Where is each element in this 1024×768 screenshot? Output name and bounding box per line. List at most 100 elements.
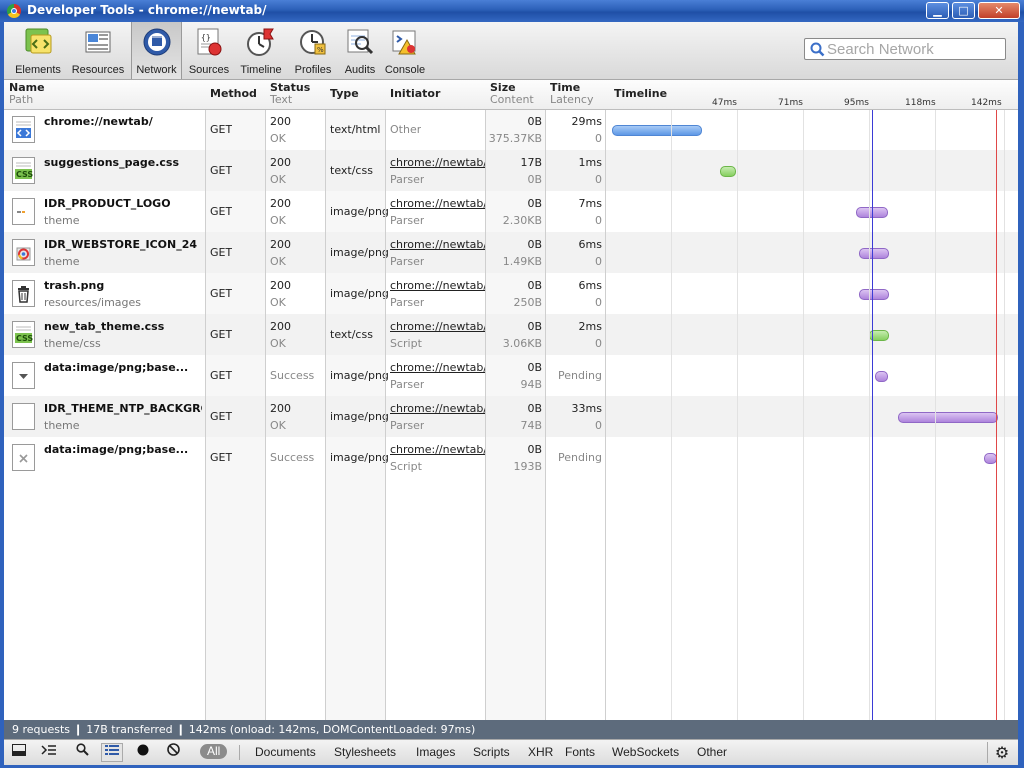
request-name[interactable]: data:image/png;base... xyxy=(44,441,202,458)
window-title: Developer Tools - chrome://newtab/ xyxy=(27,3,267,17)
request-name[interactable]: IDR_WEBSTORE_ICON_24 xyxy=(44,236,202,253)
timeline-tick: 47ms xyxy=(712,98,737,108)
request-latency: 0 xyxy=(595,296,602,309)
request-time: 33ms xyxy=(571,402,602,415)
request-size: 0B xyxy=(527,320,542,333)
initiator-link[interactable]: chrome://newtab/:1 xyxy=(390,195,486,212)
initiator-link[interactable]: chrome://newtab/:7 xyxy=(390,441,486,458)
search-input[interactable] xyxy=(827,40,1003,58)
request-type: image/png xyxy=(330,246,389,259)
request-status: 200 xyxy=(270,320,291,333)
timeline-header[interactable]: Timeline xyxy=(614,88,667,100)
column-divider xyxy=(485,80,486,720)
tool-timeline[interactable]: Timeline xyxy=(236,22,286,79)
request-name[interactable]: IDR_PRODUCT_LOGO xyxy=(44,195,202,212)
timeline-gridline xyxy=(671,80,672,720)
request-name[interactable]: trash.png xyxy=(44,277,202,294)
initiator-link[interactable]: chrome://newtab/:1 xyxy=(390,400,486,417)
filter-xhr[interactable]: XHR xyxy=(528,745,553,759)
minimize-button[interactable]: ▁ xyxy=(926,2,949,19)
tool-sources[interactable]: {} Sources xyxy=(184,22,234,79)
request-name[interactable]: IDR_THEME_NTP_BACKGROUND xyxy=(44,400,202,417)
close-button[interactable]: ✕ xyxy=(978,2,1020,19)
console-drawer-button[interactable] xyxy=(38,743,60,762)
request-row[interactable]: data:image/png;base... GET Success image/pn… xyxy=(4,437,1018,478)
text-header-label: Text xyxy=(270,93,293,106)
tool-network[interactable]: Network xyxy=(131,22,182,79)
request-status-text: OK xyxy=(270,296,286,309)
request-row[interactable]: trash.png resources/images GET 200 OK image/p… xyxy=(4,273,1018,314)
filter-stylesheets[interactable]: Stylesheets xyxy=(334,745,396,759)
request-name[interactable]: chrome://newtab/ xyxy=(44,113,202,130)
tool-console[interactable]: Console xyxy=(382,22,428,79)
initiator-link[interactable]: chrome://newtab/:1 xyxy=(390,236,486,253)
request-row[interactable]: CSS new_tab_theme.css theme/css GET 200 OK tex… xyxy=(4,314,1018,355)
tool-audits[interactable]: Audits xyxy=(338,22,382,79)
request-name[interactable]: suggestions_page.css xyxy=(44,154,202,171)
filter-documents[interactable]: Documents xyxy=(255,745,316,759)
initiator-link[interactable]: chrome://newtab/:1 xyxy=(390,277,486,294)
request-row[interactable]: IDR_THEME_NTP_BACKGROUNDtheme GET 200 OK ima… xyxy=(4,396,1018,437)
filter-all[interactable]: All xyxy=(200,744,228,759)
request-status-text: Success xyxy=(270,369,315,382)
request-row[interactable]: data:image/png;base... GET Success image/pn… xyxy=(4,355,1018,396)
filter-websockets[interactable]: WebSockets xyxy=(612,745,679,759)
filter-other[interactable]: Other xyxy=(697,745,727,759)
request-time: 29ms xyxy=(571,115,602,128)
name-header[interactable]: Name Path xyxy=(9,82,45,106)
request-method: GET xyxy=(210,205,233,218)
request-type: text/css xyxy=(330,328,373,341)
column-divider xyxy=(325,80,326,720)
size-header[interactable]: Size Content xyxy=(490,82,534,106)
initiator-link[interactable]: chrome://newtab/:9 xyxy=(390,154,486,171)
record-button[interactable] xyxy=(132,743,154,762)
type-header[interactable]: Type xyxy=(330,88,359,100)
request-latency: Pending xyxy=(558,369,602,382)
svg-text:%: % xyxy=(317,46,324,54)
find-button[interactable] xyxy=(71,743,93,762)
clear-button[interactable] xyxy=(162,743,184,762)
filter-scripts[interactable]: Scripts xyxy=(473,745,510,759)
column-divider xyxy=(385,80,386,720)
request-row[interactable]: IDR_WEBSTORE_ICON_24 theme GET 200 OK image/p… xyxy=(4,232,1018,273)
timeline-bar xyxy=(859,248,889,259)
request-latency: 0 xyxy=(595,419,602,432)
request-status: 200 xyxy=(270,197,291,210)
tool-elements[interactable]: Elements xyxy=(10,22,66,79)
settings-button[interactable]: ⚙ xyxy=(991,743,1013,762)
request-time: 2ms xyxy=(578,320,602,333)
request-row[interactable]: CSS suggestions_page.css GET 200 OK text/css c… xyxy=(4,150,1018,191)
large-rows-button[interactable] xyxy=(101,743,123,762)
status-header[interactable]: Status Text xyxy=(270,82,310,106)
timeline-bar xyxy=(859,289,889,300)
tool-profiles[interactable]: % Profiles xyxy=(288,22,338,79)
maximize-button[interactable]: □ xyxy=(952,2,975,19)
dock-toggle-button[interactable] xyxy=(8,743,30,762)
domcontentloaded-marker xyxy=(872,109,873,720)
request-method: GET xyxy=(210,369,233,382)
request-row[interactable]: chrome://newtab/GET 200 OK text/html Other 0B… xyxy=(4,109,1018,150)
request-name[interactable]: new_tab_theme.css xyxy=(44,318,202,335)
timeline-gridline xyxy=(935,80,936,720)
request-method: GET xyxy=(210,246,233,259)
request-name[interactable]: data:image/png;base... xyxy=(44,359,202,376)
initiator-header[interactable]: Initiator xyxy=(390,88,440,100)
tool-label: Timeline xyxy=(240,64,282,76)
filter-images[interactable]: Images xyxy=(416,745,455,759)
request-row[interactable]: IDR_PRODUCT_LOGO theme GET 200 OK image/png ch… xyxy=(4,191,1018,232)
filter-fonts[interactable]: Fonts xyxy=(565,745,595,759)
path-header-label: Path xyxy=(9,93,34,106)
tool-resources[interactable]: Resources xyxy=(68,22,128,79)
list-icon xyxy=(105,745,119,755)
initiator-type: Parser xyxy=(390,378,425,391)
timeline-gridline xyxy=(803,80,804,720)
request-latency: 0 xyxy=(595,214,602,227)
time-header[interactable]: Time Latency xyxy=(550,82,593,106)
initiator-link[interactable]: chrome://newtab/:1 xyxy=(390,359,486,376)
console-drawer-icon xyxy=(41,745,56,755)
method-header[interactable]: Method xyxy=(210,88,257,100)
request-latency: 0 xyxy=(595,337,602,350)
search-box[interactable] xyxy=(804,38,1006,60)
request-method: GET xyxy=(210,410,233,423)
initiator-link[interactable]: chrome://newtab/:1 xyxy=(390,318,486,335)
